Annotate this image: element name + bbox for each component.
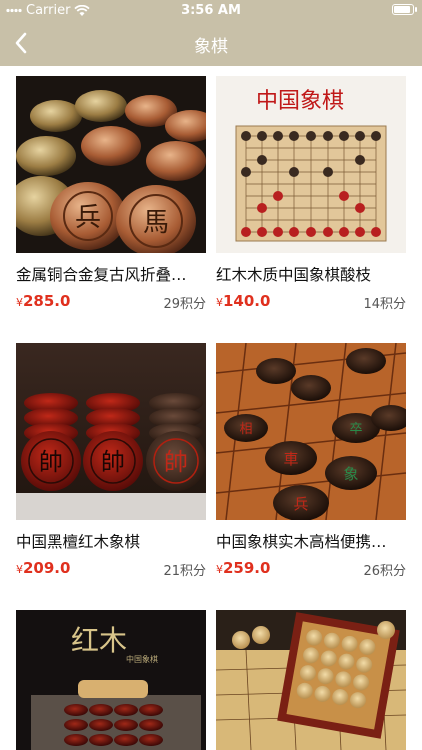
product-price: ¥259.0 — [216, 559, 271, 577]
nav-bar: 象棋 — [0, 20, 422, 66]
svg-text:兵: 兵 — [293, 495, 308, 513]
product-image: 兵 馬 — [16, 76, 206, 253]
product-image — [216, 610, 406, 750]
product-points: 14积分 — [363, 297, 406, 312]
page-title: 象棋 — [194, 37, 228, 57]
product-name: 金属铜合金复古风折叠… — [16, 266, 187, 284]
svg-text:中国象棋: 中国象棋 — [126, 654, 158, 664]
svg-text:帥: 帥 — [164, 448, 188, 476]
product-card[interactable] — [216, 610, 406, 750]
product-price: ¥285.0 — [16, 292, 71, 310]
svg-text:兵: 兵 — [75, 203, 101, 233]
svg-text:相: 相 — [239, 422, 252, 437]
product-image: 红木 中国象棋 — [16, 610, 206, 750]
svg-text:帥: 帥 — [101, 448, 125, 476]
product-image: 中国象棋 — [216, 76, 406, 253]
product-card[interactable]: 帥 帥 帥 中国黑檀红木象棋 ¥209.0 21积分 — [16, 343, 206, 579]
product-name: 中国黑檀红木象棋 — [16, 533, 141, 551]
product-card[interactable]: 中国象棋 红木木质中国象棋酸枝 ¥140.0 14积分 — [216, 76, 406, 312]
product-price: ¥209.0 — [16, 559, 71, 577]
svg-text:帥: 帥 — [39, 448, 63, 476]
svg-text:象: 象 — [343, 465, 358, 483]
svg-text:红木: 红木 — [71, 624, 127, 657]
product-price: ¥140.0 — [216, 292, 271, 310]
product-name: 红木木质中国象棋酸枝 — [216, 266, 372, 284]
status-bar: Carrier 3:56 AM — [0, 0, 422, 20]
battery-icon — [392, 4, 417, 15]
product-points: 26积分 — [363, 564, 406, 579]
svg-text:馬: 馬 — [143, 208, 169, 238]
svg-text:中国象棋: 中国象棋 — [256, 89, 344, 114]
status-time: 3:56 AM — [181, 3, 241, 18]
product-image: 帥 帥 帥 — [16, 343, 206, 520]
product-card[interactable]: 红木 中国象棋 — [16, 610, 206, 750]
product-image: 相 卒 車 象 兵 — [216, 343, 406, 520]
svg-text:車: 車 — [283, 450, 298, 468]
svg-text:卒: 卒 — [349, 422, 362, 437]
product-name: 中国象棋实木高档便携… — [216, 533, 387, 551]
product-points: 21积分 — [163, 564, 206, 579]
product-card[interactable]: 兵 馬 金属铜合金复古风折叠… ¥285.0 29积分 — [16, 76, 206, 312]
product-points: 29积分 — [163, 297, 206, 312]
product-card[interactable]: 相 卒 車 象 兵 中国象棋实木高档便携… ¥259.0 26积分 — [216, 343, 406, 579]
